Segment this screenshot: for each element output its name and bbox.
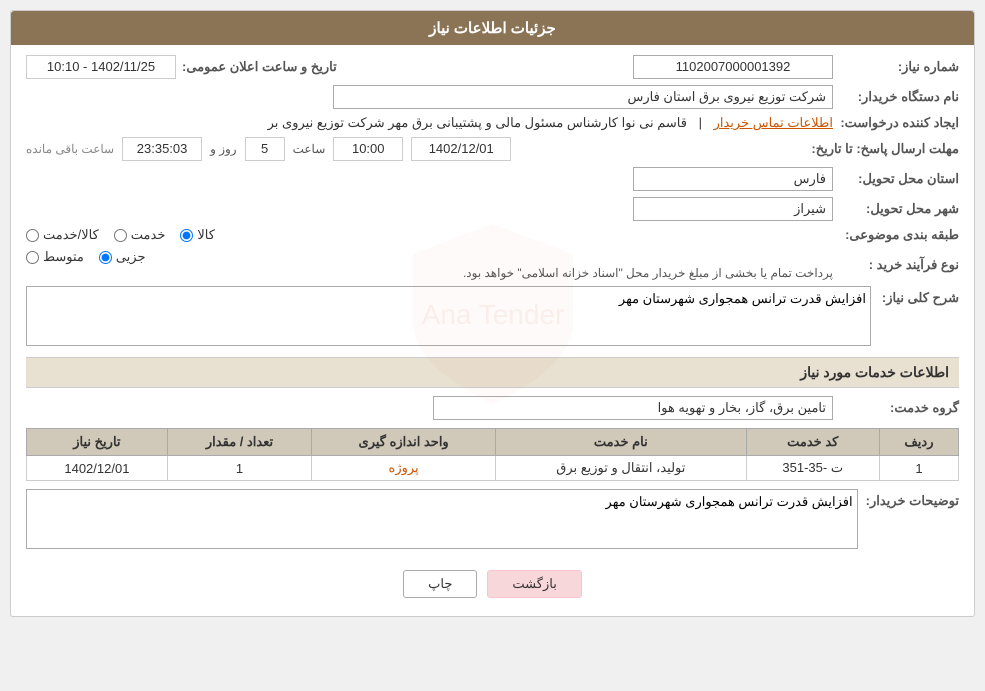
- page-wrapper: Ana Tender جزئیات اطلاعات نیاز شماره نیا…: [0, 0, 985, 691]
- creator-label: ایجاد کننده درخواست:: [839, 115, 959, 131]
- province-label: استان محل تحویل:: [839, 171, 959, 187]
- purchase-jozyi-label: جزیی: [116, 249, 146, 265]
- category-khedmat-label: خدمت: [131, 227, 166, 243]
- services-table-body: 1 ت -35-351 تولید، انتقال و توزیع برق پر…: [27, 456, 959, 481]
- province-row: استان محل تحویل: فارس: [26, 167, 959, 191]
- buyer-notes-content: [26, 489, 858, 552]
- category-khedmat-radio[interactable]: [114, 229, 127, 242]
- back-button[interactable]: بازگشت: [487, 570, 581, 598]
- buyer-org-value-wrapper: شرکت توزیع نیروی برق استان فارس: [26, 85, 833, 109]
- cell-code: ت -35-351: [746, 456, 879, 481]
- button-row: بازگشت چاپ: [26, 558, 959, 606]
- category-row: طبقه بندی موضوعی: کالا/خدمت خدمت کالا: [26, 227, 959, 243]
- response-day-label: روز و: [210, 142, 237, 156]
- creator-link[interactable]: اطلاعات تماس خریدار: [714, 115, 833, 130]
- need-description-section: شرح کلی نیاز:: [26, 286, 959, 349]
- cell-name: تولید، انتقال و توزیع برق: [496, 456, 747, 481]
- category-kala-radio[interactable]: [180, 229, 193, 242]
- city-row: شهر محل تحویل: شیراز: [26, 197, 959, 221]
- col-row-num: ردیف: [879, 429, 958, 456]
- purchase-jozyi-option: جزیی: [99, 249, 146, 265]
- need-number-row: شماره نیاز: 1102007000001392 تاریخ و ساع…: [26, 55, 959, 79]
- city-label: شهر محل تحویل:: [839, 201, 959, 217]
- response-deadline-label: مهلت ارسال پاسخ: تا تاریخ:: [811, 141, 959, 157]
- buyer-notes-label: توضیحات خریدار:: [866, 489, 959, 509]
- purchase-type-label: نوع فرآیند خرید :: [839, 257, 959, 273]
- category-kala-label: کالا: [197, 227, 215, 243]
- page-title: جزئیات اطلاعات نیاز: [11, 11, 974, 45]
- purchase-type-row: نوع فرآیند خرید : متوسط جزیی پرداخت تمام…: [26, 249, 959, 280]
- need-description-textarea[interactable]: [26, 286, 871, 346]
- need-description-label: شرح کلی نیاز:: [879, 286, 959, 306]
- need-number-value: 1102007000001392: [633, 55, 833, 79]
- creator-value-wrapper: اطلاعات تماس خریدار | قاسم نی نوا کارشنا…: [26, 115, 833, 131]
- service-group-label: گروه خدمت:: [839, 400, 959, 416]
- col-date: تاریخ نیاز: [27, 429, 168, 456]
- remaining-label: ساعت باقی مانده: [26, 142, 114, 156]
- response-time-wrapper: ساعت باقی مانده 23:35:03 روز و 5 ساعت 10…: [26, 137, 805, 161]
- purchase-radio-group: متوسط جزیی: [26, 249, 833, 265]
- city-value-wrapper: شیراز: [26, 197, 833, 221]
- purchase-mota-radio[interactable]: [26, 251, 39, 264]
- buyer-notes-textarea[interactable]: [26, 489, 858, 549]
- card-body: شماره نیاز: 1102007000001392 تاریخ و ساع…: [11, 45, 974, 616]
- category-khedmat-option: خدمت: [114, 227, 166, 243]
- buyer-notes-section: توضیحات خریدار:: [26, 489, 959, 552]
- category-label: طبقه بندی موضوعی:: [839, 227, 959, 243]
- remaining-time: 23:35:03: [122, 137, 202, 161]
- main-card: Ana Tender جزئیات اطلاعات نیاز شماره نیا…: [10, 10, 975, 617]
- response-time: 10:00: [333, 137, 403, 161]
- category-kala-khedmat-option: کالا/خدمت: [26, 227, 99, 243]
- cell-date: 1402/12/01: [27, 456, 168, 481]
- services-table: ردیف کد خدمت نام خدمت واحد اندازه گیری ت…: [26, 428, 959, 481]
- category-options: کالا/خدمت خدمت کالا: [26, 227, 833, 243]
- cell-row-num: 1: [879, 456, 958, 481]
- service-group-row: گروه خدمت: تامین برق، گاز، بخار و تهویه …: [26, 396, 959, 420]
- services-section-title: اطلاعات خدمات مورد نیاز: [26, 357, 959, 388]
- province-value-wrapper: فارس: [26, 167, 833, 191]
- category-kala-khedmat-radio[interactable]: [26, 229, 39, 242]
- response-deadline-row: مهلت ارسال پاسخ: تا تاریخ: ساعت باقی مان…: [26, 137, 959, 161]
- cell-quantity: 1: [167, 456, 311, 481]
- table-row: 1 ت -35-351 تولید، انتقال و توزیع برق پر…: [27, 456, 959, 481]
- response-date: 1402/12/01: [411, 137, 511, 161]
- buyer-org-value: شرکت توزیع نیروی برق استان فارس: [333, 85, 833, 109]
- col-name: نام خدمت: [496, 429, 747, 456]
- services-table-header: ردیف کد خدمت نام خدمت واحد اندازه گیری ت…: [27, 429, 959, 456]
- services-table-header-row: ردیف کد خدمت نام خدمت واحد اندازه گیری ت…: [27, 429, 959, 456]
- service-group-value-wrapper: تامین برق، گاز، بخار و تهویه هوا: [26, 396, 833, 420]
- buyer-org-label: نام دستگاه خریدار:: [839, 89, 959, 105]
- cell-unit: پروژه: [312, 456, 496, 481]
- col-code: کد خدمت: [746, 429, 879, 456]
- service-group-value: تامین برق، گاز، بخار و تهویه هوا: [433, 396, 833, 420]
- creator-row: ایجاد کننده درخواست: اطلاعات تماس خریدار…: [26, 115, 959, 131]
- province-value: فارس: [633, 167, 833, 191]
- need-number-label: شماره نیاز:: [839, 59, 959, 75]
- response-time-label: ساعت: [293, 142, 326, 156]
- purchase-mota-label: متوسط: [43, 249, 84, 265]
- need-description-content: [26, 286, 871, 349]
- category-kala-khedmat-label: کالا/خدمت: [43, 227, 99, 243]
- response-days: 5: [245, 137, 285, 161]
- col-unit: واحد اندازه گیری: [312, 429, 496, 456]
- need-number-value-wrapper: 1102007000001392: [363, 55, 833, 79]
- purchase-type-options: متوسط جزیی پرداخت تمام یا بخشی از مبلغ خ…: [26, 249, 833, 280]
- print-button[interactable]: چاپ: [403, 570, 477, 598]
- city-value: شیراز: [633, 197, 833, 221]
- announcement-time-value: 1402/11/25 - 10:10: [26, 55, 176, 79]
- category-kala-option: کالا: [180, 227, 215, 243]
- purchase-mota-option: متوسط: [26, 249, 84, 265]
- buyer-org-row: نام دستگاه خریدار: شرکت توزیع نیروی برق …: [26, 85, 959, 109]
- purchase-jozyi-radio[interactable]: [99, 251, 112, 264]
- creator-value: قاسم نی نوا کارشناس مسئول مالی و پشتیبان…: [268, 115, 687, 130]
- announcement-time-label: تاریخ و ساعت اعلان عمومی:: [182, 59, 337, 75]
- col-quantity: تعداد / مقدار: [167, 429, 311, 456]
- purchase-note: پرداخت تمام یا بخشی از مبلغ خریدار محل "…: [463, 266, 833, 280]
